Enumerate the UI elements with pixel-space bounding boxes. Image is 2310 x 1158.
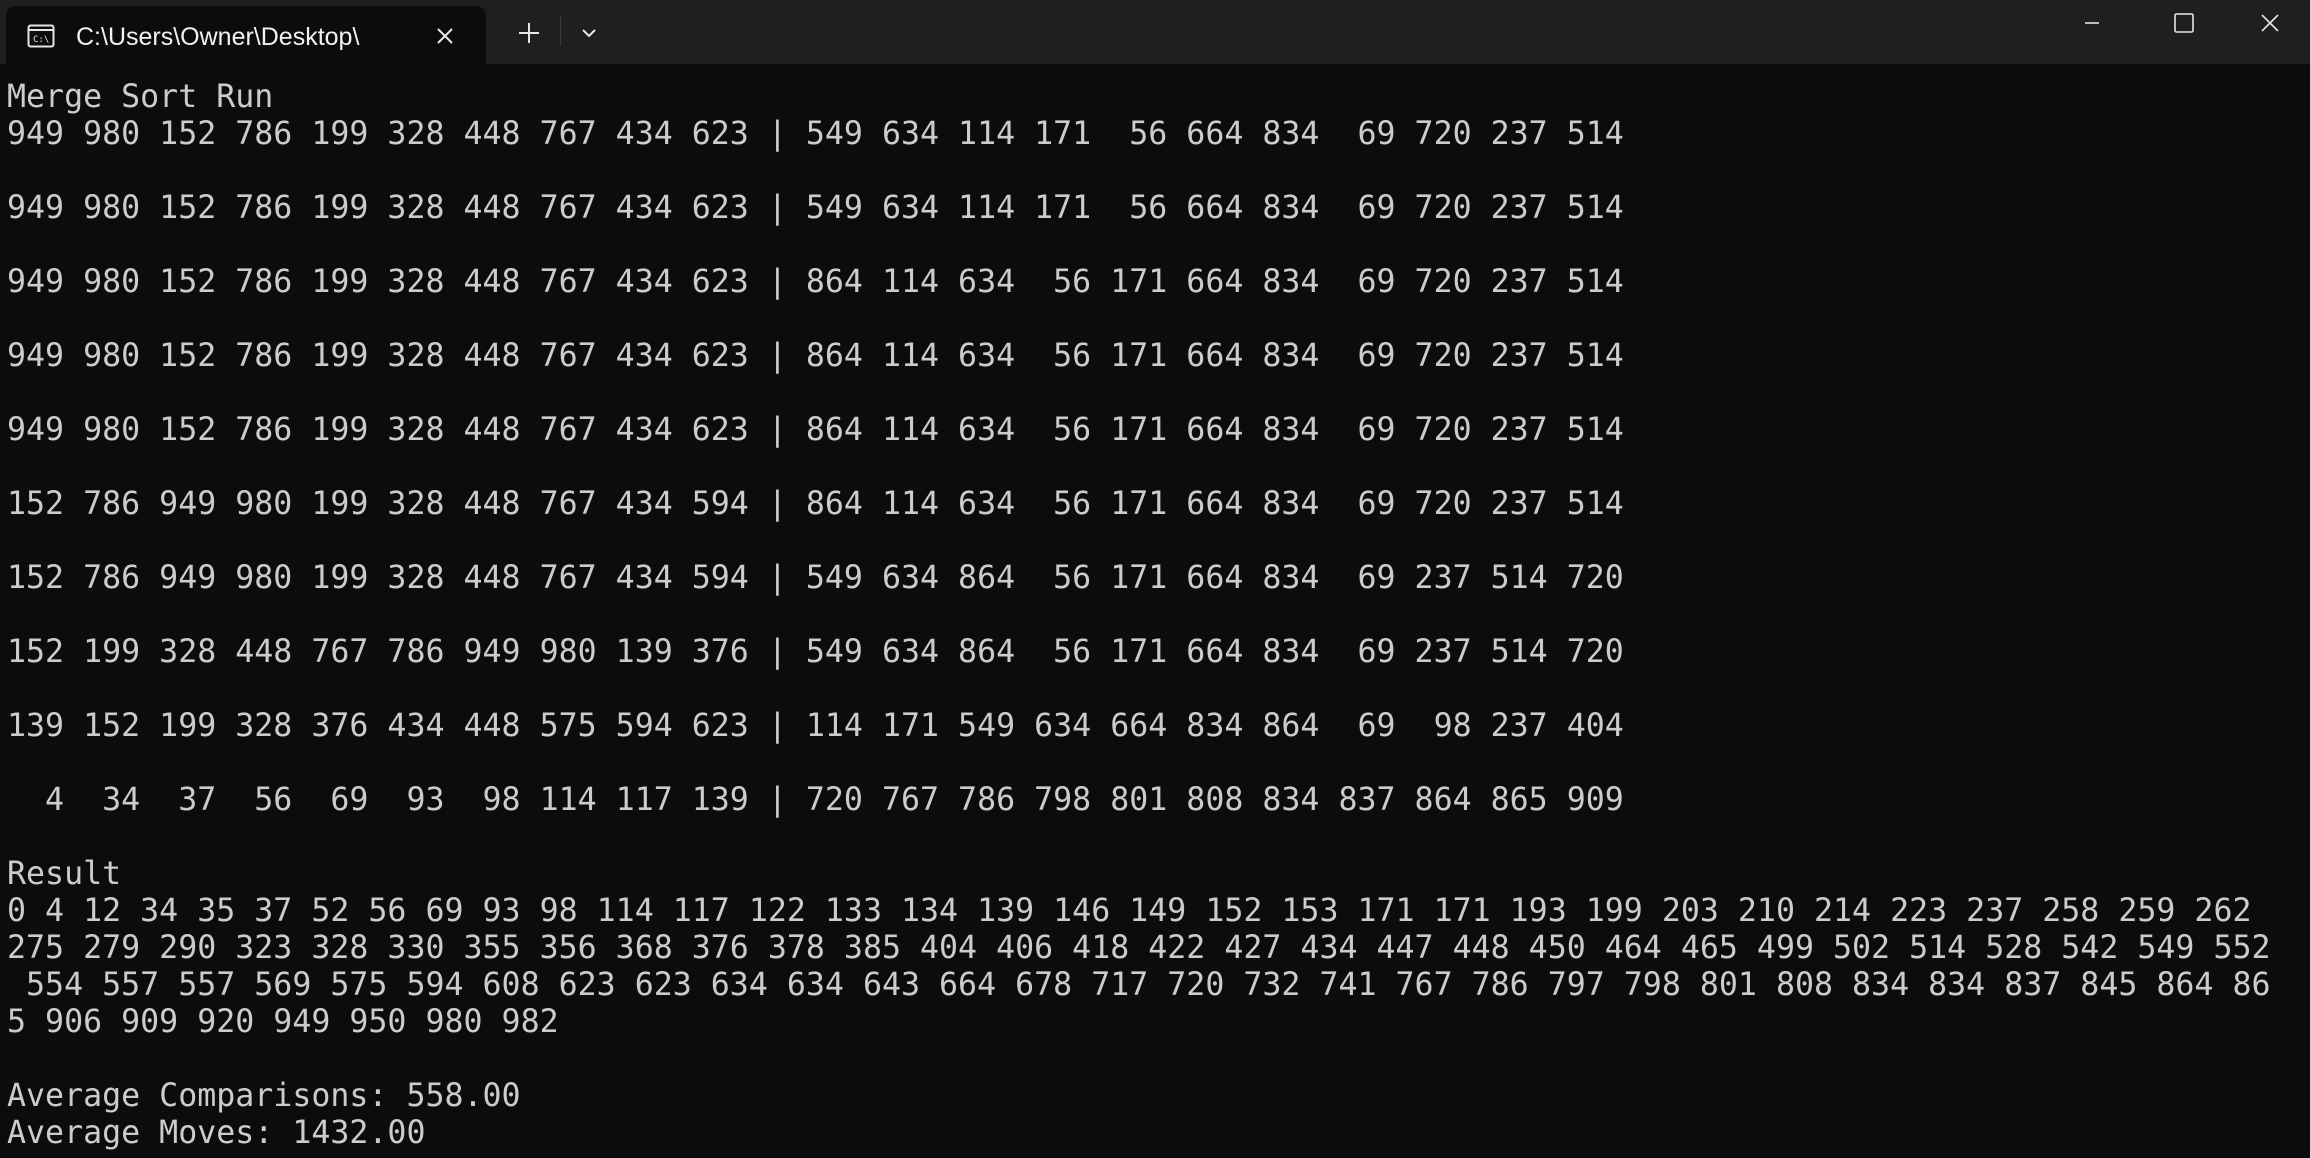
result-label: Result [7, 856, 122, 892]
close-icon[interactable] [426, 17, 464, 55]
console-row: 949 980 152 786 199 328 448 767 434 623 … [7, 116, 1624, 152]
console-row: 4 34 37 56 69 93 98 114 117 139 | 720 76… [7, 782, 1624, 818]
result-line: 0 4 12 34 35 37 52 56 69 93 98 114 117 1… [7, 893, 2252, 929]
plus-icon[interactable] [508, 12, 550, 54]
tab-title: C:\Users\Owner\Desktop\ [76, 23, 360, 51]
chevron-down-icon[interactable] [568, 12, 610, 54]
console-row: 139 152 199 328 376 434 448 575 594 623 … [7, 708, 1624, 744]
console-output[interactable]: Merge Sort Run 949 980 152 786 199 328 44… [7, 79, 2303, 1154]
maximize-icon[interactable] [2138, 0, 2230, 46]
console-row: 949 980 152 786 199 328 448 767 434 623 … [7, 412, 1624, 448]
console-row: 152 786 949 980 199 328 448 767 434 594 … [7, 560, 1624, 596]
minimize-icon[interactable] [2046, 0, 2138, 46]
result-line: 5 906 909 920 949 950 980 982 [7, 1004, 559, 1040]
console-row: 152 199 328 448 767 786 949 980 139 376 … [7, 634, 1624, 670]
average-moves: Average Moves: 1432.00 [7, 1115, 426, 1151]
console-row: 949 980 152 786 199 328 448 767 434 623 … [7, 338, 1624, 374]
console-row: 949 980 152 786 199 328 448 767 434 623 … [7, 264, 1624, 300]
title-bar: C:\ C:\Users\Owner\Desktop\ [0, 0, 2310, 64]
terminal-tab[interactable]: C:\ C:\Users\Owner\Desktop\ [6, 6, 486, 64]
console-row: 949 980 152 786 199 328 448 767 434 623 … [7, 190, 1624, 226]
result-line: 275 279 290 323 328 330 355 356 368 376 … [7, 930, 2271, 966]
terminal-icon: C:\ [26, 21, 56, 51]
console-row: 152 786 949 980 199 328 448 767 434 594 … [7, 486, 1624, 522]
terminal-window: C:\ C:\Users\Owner\Desktop\ Merge Sort R… [0, 0, 2310, 1158]
average-comparisons: Average Comparisons: 558.00 [7, 1078, 521, 1114]
close-window-icon[interactable] [2230, 0, 2310, 46]
tab-divider [560, 16, 561, 46]
svg-text:C:\: C:\ [33, 35, 49, 45]
console-heading: Merge Sort Run [7, 79, 274, 115]
result-line: 554 557 557 569 575 594 608 623 623 634 … [7, 967, 2271, 1003]
